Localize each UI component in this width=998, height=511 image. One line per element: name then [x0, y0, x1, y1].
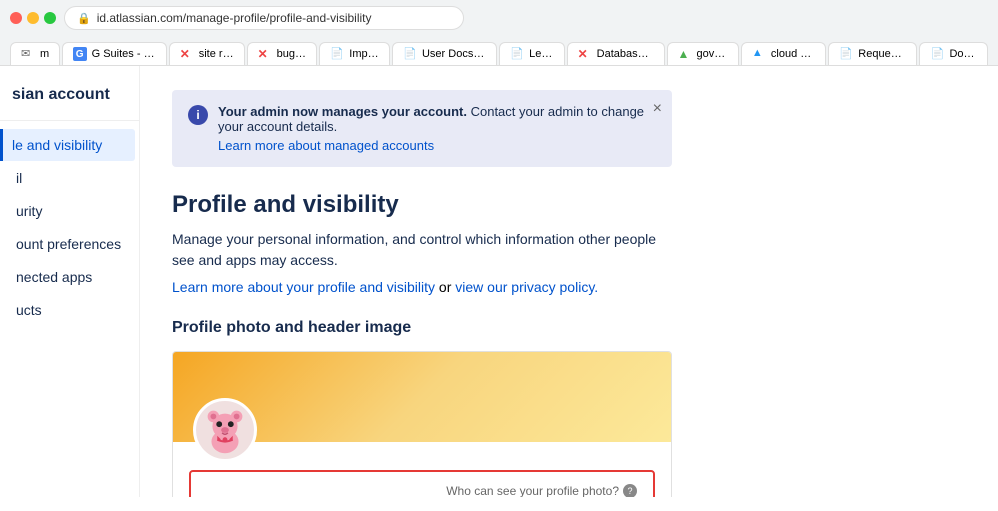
- link-separator: or: [439, 279, 455, 295]
- tab-documen[interactable]: 📄 Documen: [919, 42, 988, 65]
- banner-text: Your admin now manages your account. Con…: [218, 104, 656, 153]
- tab-gsuites[interactable]: G G Suites - Dashbo...: [62, 42, 167, 65]
- page-links: Learn more about your profile and visibi…: [172, 279, 966, 295]
- tab-db-queries[interactable]: ✕ Database Queries: [567, 42, 665, 65]
- browser-titlebar: 🔒 id.atlassian.com/manage-profile/profil…: [0, 0, 998, 36]
- tab-label-db-queries: Database Queries: [597, 48, 654, 60]
- tab-user-docs[interactable]: 📄 User Docs to acce...: [392, 42, 497, 65]
- main-content: i Your admin now manages your account. C…: [140, 66, 998, 497]
- address-text: id.atlassian.com/manage-profile/profile-…: [97, 11, 372, 25]
- minimize-window-button[interactable]: [27, 12, 39, 24]
- tab-label-governator: governator: [697, 48, 728, 60]
- close-window-button[interactable]: [10, 12, 22, 24]
- address-bar[interactable]: 🔒 id.atlassian.com/manage-profile/profil…: [64, 6, 464, 30]
- tab-learning[interactable]: 📄 Learning: [499, 42, 565, 65]
- banner-close-button[interactable]: ×: [653, 100, 662, 118]
- tab-label-request-for-call: RequestForCall: [858, 48, 906, 60]
- tab-favicon-documen: 📄: [930, 47, 944, 61]
- tab-request-for-call[interactable]: 📄 RequestForCall: [828, 42, 917, 65]
- sidebar-item-security[interactable]: urity: [4, 195, 135, 227]
- tab-favicon-imp-links: 📄: [330, 47, 344, 61]
- tab-label-mail: mail: [40, 48, 49, 60]
- maximize-window-button[interactable]: [44, 12, 56, 24]
- tab-cloud-changes[interactable]: ▲ cloud changes: [741, 42, 826, 65]
- profile-header-image: [173, 352, 671, 442]
- profile-avatar[interactable]: [193, 398, 257, 462]
- tab-label-site-rename: site rename: [199, 48, 234, 60]
- tab-favicon-cloud-changes: ▲: [752, 47, 766, 61]
- visibility-control: Who can see your profile photo? ? Atl: [189, 470, 655, 497]
- tab-favicon-request-for-call: 📄: [839, 47, 853, 61]
- banner-bold-text: Your admin now manages your account.: [218, 104, 467, 119]
- sidebar-item-profile-visibility[interactable]: le and visibility: [0, 129, 135, 161]
- tab-label-imp-links: Imp_Links: [349, 48, 379, 60]
- visibility-label: Who can see your profile photo? ?: [446, 484, 637, 497]
- page-layout: sian account le and visibility il urity …: [0, 66, 998, 497]
- window-controls: [10, 12, 56, 24]
- lock-icon: 🔒: [77, 12, 91, 25]
- browser-chrome: 🔒 id.atlassian.com/manage-profile/profil…: [0, 0, 998, 66]
- tab-label-documen: Documen: [949, 48, 977, 60]
- sidebar-item-products[interactable]: ucts: [4, 294, 135, 326]
- tab-favicon-db-queries: ✕: [578, 47, 592, 61]
- tab-mail[interactable]: ✉ mail: [10, 42, 60, 65]
- profile-photo-container: Who can see your profile photo? ? Atl: [172, 351, 672, 497]
- tab-label-learning: Learning: [529, 48, 554, 60]
- tab-bugfix[interactable]: ✕ bugfix tool: [247, 42, 318, 65]
- tab-favicon-learning: 📄: [510, 47, 524, 61]
- sidebar-item-email[interactable]: il: [4, 162, 135, 194]
- page-description: Manage your personal information, and co…: [172, 229, 672, 271]
- tab-imp-links[interactable]: 📄 Imp_Links: [319, 42, 390, 65]
- sidebar-heading: sian account: [0, 86, 139, 121]
- tab-label-gsuites: G Suites - Dashbo...: [92, 48, 156, 60]
- browser-tab-list: ✉ mail G G Suites - Dashbo... ✕ site ren…: [0, 36, 998, 65]
- banner-learn-more-link[interactable]: Learn more about managed accounts: [218, 138, 656, 153]
- tab-site-rename[interactable]: ✕ site rename: [169, 42, 245, 65]
- sidebar: sian account le and visibility il urity …: [0, 66, 140, 497]
- privacy-policy-link[interactable]: view our privacy policy.: [455, 279, 598, 295]
- section-photo-title: Profile photo and header image: [172, 319, 966, 337]
- page-title: Profile and visibility: [172, 191, 966, 219]
- tab-favicon-site-rename: ✕: [180, 47, 194, 61]
- tab-label-user-docs: User Docs to acce...: [422, 48, 486, 60]
- admin-managed-banner: i Your admin now manages your account. C…: [172, 90, 672, 167]
- learn-more-link[interactable]: Learn more about your profile and visibi…: [172, 279, 435, 295]
- help-icon[interactable]: ?: [623, 484, 637, 497]
- sidebar-item-account-preferences[interactable]: ount preferences: [4, 228, 135, 260]
- tab-label-cloud-changes: cloud changes: [771, 48, 815, 60]
- tab-governator[interactable]: ▲ governator: [667, 42, 739, 65]
- sidebar-item-connected-apps[interactable]: nected apps: [4, 261, 135, 293]
- info-icon: i: [188, 105, 208, 125]
- tab-favicon-governator: ▲: [678, 47, 692, 61]
- tab-favicon-gsuites: G: [73, 47, 87, 61]
- tab-label-bugfix: bugfix tool: [277, 48, 307, 60]
- tab-favicon-bugfix: ✕: [258, 47, 272, 61]
- tab-favicon-mail: ✉: [21, 47, 35, 61]
- tab-favicon-user-docs: 📄: [403, 47, 417, 61]
- avatar-image: [196, 400, 254, 460]
